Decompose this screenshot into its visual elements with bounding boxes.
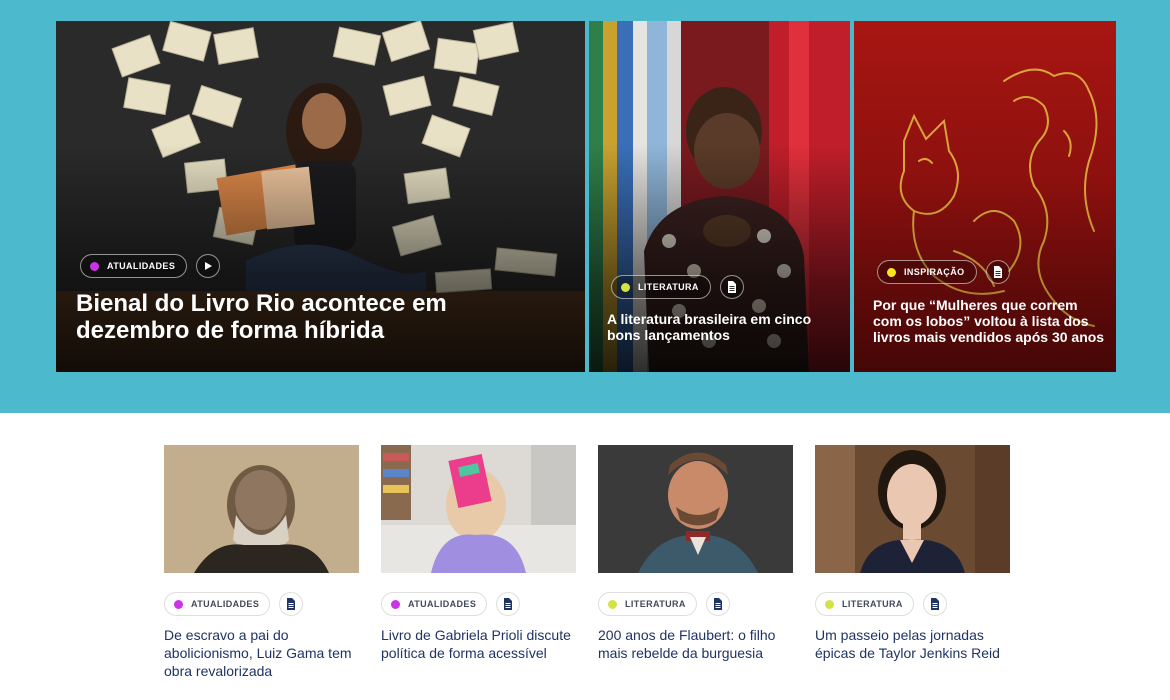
category-badge[interactable]: ATUALIDADES: [80, 254, 188, 278]
document-icon[interactable]: [279, 592, 304, 616]
document-icon[interactable]: [719, 275, 744, 299]
featured-article-main[interactable]: ATUALIDADES Bienal do Livro Rio acontece…: [56, 21, 585, 372]
featured-title[interactable]: Bienal do Livro Rio acontece em dezembro…: [76, 290, 566, 344]
category-label: LITERATURA: [638, 282, 699, 292]
category-badge[interactable]: LITERATURA: [815, 592, 914, 616]
category-label: LITERATURA: [625, 599, 686, 609]
featured-title[interactable]: A literatura brasileira em cinco bons la…: [607, 311, 839, 343]
category-badge[interactable]: ATUALIDADES: [381, 592, 488, 616]
featured-tags: ATUALIDADES: [80, 254, 221, 278]
category-label: INSPIRAÇÃO: [904, 267, 965, 277]
card-tags: LITERATURA: [598, 592, 793, 616]
article-thumbnail[interactable]: [381, 445, 576, 573]
category-label: ATUALIDADES: [107, 261, 176, 271]
card-tags: ATUALIDADES: [164, 592, 359, 616]
category-label: LITERATURA: [842, 599, 903, 609]
category-dot: [825, 599, 834, 609]
category-label: ATUALIDADES: [191, 599, 260, 609]
featured-article-literatura[interactable]: LITERATURA A literatura brasileira em ci…: [589, 21, 850, 372]
article-thumbnail[interactable]: [164, 445, 359, 573]
category-dot: [608, 599, 617, 609]
category-dot: [90, 261, 99, 271]
featured-title[interactable]: Por que “Mulheres que correm com os lobo…: [873, 297, 1109, 345]
card-title[interactable]: De escravo a pai do abolicionismo, Luiz …: [164, 626, 359, 680]
play-icon[interactable]: [196, 254, 221, 278]
card-title[interactable]: 200 anos de Flaubert: o filho mais rebel…: [598, 626, 793, 662]
category-dot: [887, 267, 896, 277]
category-badge[interactable]: INSPIRAÇÃO: [877, 260, 977, 284]
document-icon[interactable]: [922, 592, 947, 616]
document-icon[interactable]: [985, 260, 1010, 284]
category-badge[interactable]: ATUALIDADES: [164, 592, 271, 616]
document-icon[interactable]: [496, 592, 521, 616]
article-thumbnail[interactable]: [815, 445, 1010, 573]
article-card[interactable]: ATUALIDADES De escravo a pai do abolicio…: [164, 445, 359, 680]
category-label: ATUALIDADES: [408, 599, 477, 609]
featured-article-inspiracao[interactable]: INSPIRAÇÃO Por que “Mulheres que correm …: [854, 21, 1116, 372]
card-tags: LITERATURA: [815, 592, 1010, 616]
card-tags: ATUALIDADES: [381, 592, 576, 616]
article-card[interactable]: LITERATURA Um passeio pelas jornadas épi…: [815, 445, 1010, 662]
article-card[interactable]: ATUALIDADES Livro de Gabriela Prioli dis…: [381, 445, 576, 662]
card-title[interactable]: Livro de Gabriela Prioli discute polític…: [381, 626, 576, 662]
document-icon[interactable]: [705, 592, 730, 616]
category-badge[interactable]: LITERATURA: [611, 275, 711, 299]
category-dot: [391, 599, 400, 609]
category-dot: [174, 599, 183, 609]
category-dot: [621, 282, 630, 292]
featured-tags: LITERATURA: [611, 275, 744, 299]
category-badge[interactable]: LITERATURA: [598, 592, 697, 616]
article-card[interactable]: LITERATURA 200 anos de Flaubert: o filho…: [598, 445, 793, 662]
card-title[interactable]: Um passeio pelas jornadas épicas de Tayl…: [815, 626, 1010, 662]
article-thumbnail[interactable]: [598, 445, 793, 573]
featured-tags: INSPIRAÇÃO: [877, 260, 1010, 284]
